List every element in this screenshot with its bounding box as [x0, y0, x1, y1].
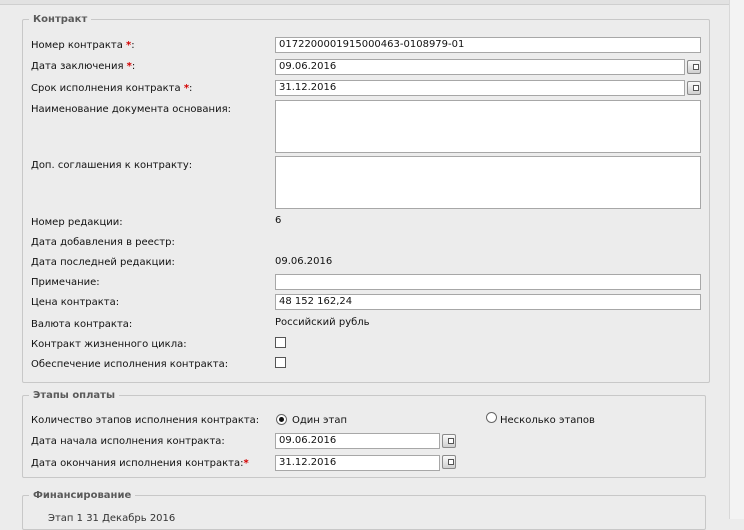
calendar-icon[interactable] — [687, 81, 701, 95]
revision-number-value: 6 — [275, 215, 282, 226]
lifecycle-contract-label: Контракт жизненного цикла: — [31, 339, 187, 350]
currency-value: Российский рубль — [275, 317, 370, 328]
top-frame-edge — [0, 0, 744, 5]
last-revision-date-value: 09.06.2016 — [275, 256, 333, 267]
conclusion-date-input[interactable]: 09.06.2016 — [275, 59, 685, 75]
contract-price-label: Цена контракта: — [31, 297, 120, 308]
basis-document-label: Наименование документа основания: — [31, 104, 231, 115]
end-date-input[interactable]: 31.12.2016 — [275, 455, 440, 471]
calendar-icon[interactable] — [687, 60, 701, 74]
additional-agreements-textarea[interactable] — [275, 156, 701, 209]
contract-number-label: Номер контракта *: — [31, 40, 135, 51]
several-stages-radio[interactable] — [486, 412, 497, 423]
financing-group: Финансирование — [22, 490, 706, 530]
contract-number-input[interactable]: 0172200001915000463-0108979-01 — [275, 37, 701, 53]
lifecycle-contract-checkbox[interactable] — [275, 337, 286, 348]
contract-term-input[interactable]: 31.12.2016 — [275, 80, 685, 96]
start-date-input[interactable]: 09.06.2016 — [275, 433, 440, 449]
additional-agreements-label: Доп. соглашения к контракту: — [31, 160, 193, 171]
page-scrollbar[interactable] — [729, 0, 744, 519]
calendar-icon[interactable] — [442, 455, 456, 469]
required-mark: * — [243, 458, 249, 469]
contract-security-checkbox[interactable] — [275, 357, 286, 368]
contract-group-title: Контракт — [33, 14, 88, 25]
revision-number-label: Номер редакции: — [31, 217, 123, 228]
one-stage-label[interactable]: Один этап — [292, 415, 347, 426]
note-label: Примечание: — [31, 277, 100, 288]
basis-document-textarea[interactable] — [275, 100, 701, 153]
contract-price-input[interactable]: 48 152 162,24 — [275, 294, 701, 310]
contract-term-label: Срок исполнения контракта *: — [31, 83, 193, 94]
several-stages-label[interactable]: Несколько этапов — [500, 415, 595, 426]
payment-stages-title: Этапы оплаты — [33, 390, 116, 401]
registry-date-label: Дата добавления в реестр: — [31, 237, 175, 248]
conclusion-date-label: Дата заключения *: — [31, 61, 136, 72]
note-input[interactable] — [275, 274, 701, 290]
financing-title: Финансирование — [33, 490, 132, 501]
contract-security-label: Обеспечение исполнения контракта: — [31, 359, 229, 370]
currency-label: Валюта контракта: — [31, 319, 133, 330]
start-date-label: Дата начала исполнения контракта: — [31, 436, 225, 447]
last-revision-date-label: Дата последней редакции: — [31, 257, 175, 268]
end-date-label: Дата окончания исполнения контракта:* — [31, 458, 249, 469]
one-stage-radio[interactable] — [276, 414, 287, 425]
calendar-icon[interactable] — [442, 434, 456, 448]
stages-count-label: Количество этапов исполнения контракта: — [31, 415, 260, 426]
